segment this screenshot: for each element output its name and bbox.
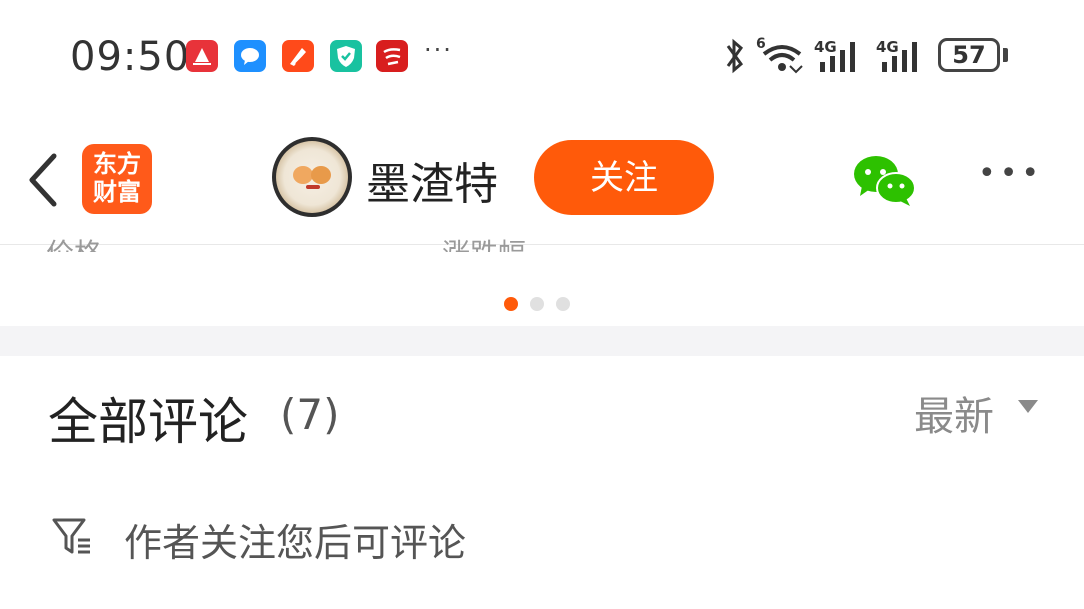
bluetooth-icon (726, 38, 744, 74)
more-options-icon[interactable]: ••• (978, 156, 1043, 191)
filter-icon (52, 518, 90, 554)
sort-dropdown-label[interactable]: 最新 (914, 384, 994, 442)
partial-label-change: 涨跌幅 (442, 226, 526, 252)
back-arrow-icon[interactable] (24, 150, 64, 210)
battery-indicator: 57 (938, 38, 1000, 72)
signal-strength-2-icon (882, 42, 917, 72)
logo-line-2: 财富 (93, 178, 141, 206)
carousel-pager (504, 296, 582, 315)
security-app-icon (330, 40, 362, 72)
status-time: 09:50 (70, 34, 191, 80)
status-bar: 09:50 ··· 6 4G 4G 57 (0, 0, 1084, 112)
comment-restriction-hint: 作者关注您后可评论 (124, 521, 467, 565)
wifi-label: 6 (756, 36, 766, 52)
caret-down-icon[interactable] (1018, 400, 1038, 413)
finance-app-icon (282, 40, 314, 72)
message-app-icon (234, 40, 266, 72)
pager-dot[interactable] (504, 297, 518, 311)
battery-tip (1003, 48, 1008, 62)
user-avatar[interactable] (272, 137, 352, 217)
study-app-icon (376, 40, 408, 72)
wechat-share-icon[interactable] (850, 152, 918, 208)
comments-count: (7) (280, 390, 340, 439)
notification-more-icon: ··· (424, 36, 453, 64)
comments-title: 全部评论 (48, 393, 248, 451)
section-divider (0, 326, 1084, 356)
partial-label-price: 价格 (46, 226, 102, 252)
signal-strength-1-icon (820, 42, 855, 72)
follow-button[interactable]: 关注 (534, 140, 714, 215)
logo-line-1: 东方 (93, 150, 141, 178)
app-logo[interactable]: 东方 财富 (82, 144, 152, 214)
pager-dot[interactable] (530, 297, 544, 311)
pager-dot[interactable] (556, 297, 570, 311)
top-nav-bar: 东方 财富 墨渣特 关注 ••• (0, 112, 1084, 245)
username[interactable]: 墨渣特 (366, 148, 498, 212)
news-app-icon (186, 40, 218, 72)
